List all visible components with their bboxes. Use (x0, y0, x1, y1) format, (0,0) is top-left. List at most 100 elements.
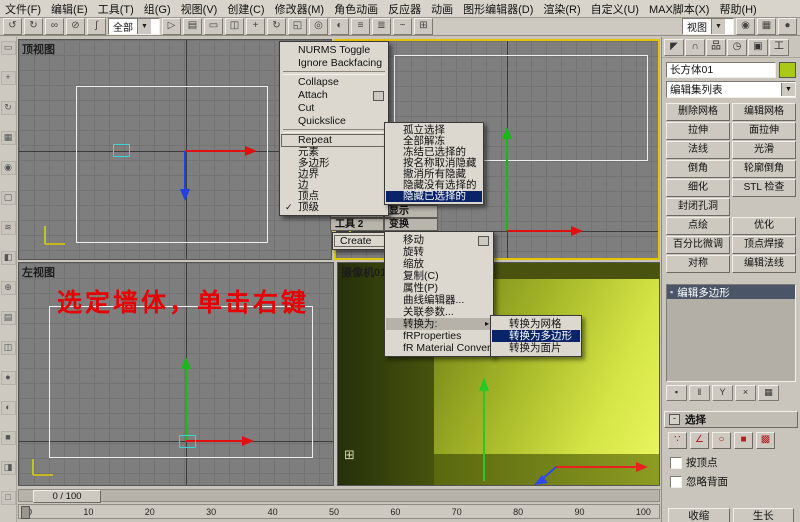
menu-item-curve-editor[interactable]: 曲线编辑器... (386, 294, 492, 306)
menu-item-hide-selection[interactable]: 隐藏已选择的 (386, 191, 482, 202)
object-name-field[interactable]: 长方体01 (666, 62, 776, 78)
shrink-button[interactable]: 收缩 (668, 508, 730, 522)
tab-motion[interactable]: ◷ (727, 38, 747, 56)
side-tool-icon[interactable]: ◉ (0, 161, 16, 175)
undo-icon[interactable]: ↺ (3, 18, 22, 35)
side-tool-icon[interactable]: ▦ (0, 131, 16, 145)
edit-mesh-button[interactable]: 编辑网格 (732, 103, 796, 121)
menu-views[interactable]: 视图(V) (176, 1, 223, 17)
side-tool-icon[interactable]: ◐ (0, 401, 16, 415)
select-by-name-icon[interactable]: ▤ (183, 18, 202, 35)
quad-title-tools2[interactable]: 工具 2 (330, 218, 384, 231)
symmetry-button[interactable]: 对称 (666, 255, 730, 273)
smooth-button[interactable]: 光滑 (732, 141, 796, 159)
viewport-label[interactable]: 摄像机01 (341, 264, 386, 280)
menu-item-element[interactable]: 元素 (281, 147, 387, 158)
vertex-mode-icon[interactable]: ∵ (668, 432, 687, 449)
transform-gizmo[interactable] (499, 119, 595, 241)
chevron-down-icon[interactable]: ▼ (137, 19, 151, 34)
transform-gizmo[interactable] (456, 363, 660, 486)
menu-item-attach[interactable]: Attach (281, 89, 387, 102)
ignore-backfacing-checkbox[interactable] (670, 475, 682, 488)
menu-item-convert-to[interactable]: 转换为: ▸ (386, 318, 492, 330)
menu-item-vertex[interactable]: 顶点 (281, 191, 387, 202)
options-box-icon[interactable] (478, 236, 489, 246)
track-bar-marker[interactable] (21, 506, 30, 519)
stack-item-selected[interactable]: ▪ 编辑多边形 (667, 285, 795, 299)
make-unique-icon[interactable]: Y (712, 385, 733, 401)
track-bar[interactable]: 0 10 20 30 40 50 60 70 80 90 100 (18, 504, 660, 519)
menu-item-edge[interactable]: 边 (281, 180, 387, 191)
side-tool-icon[interactable]: ▭ (0, 41, 16, 55)
cap-holes-button[interactable]: 封闭孔洞 (666, 198, 730, 216)
rect-region-icon[interactable]: ▭ (204, 18, 223, 35)
tab-display[interactable]: ▣ (748, 38, 768, 56)
select-object-icon[interactable]: ▷ (162, 18, 181, 35)
paint-button[interactable]: 点绘 (666, 217, 730, 235)
chevron-down-icon[interactable]: ▼ (711, 19, 725, 34)
layer-manager-icon[interactable]: ≣ (372, 18, 391, 35)
menu-modifiers[interactable]: 修改器(M) (270, 1, 330, 17)
element-mode-icon[interactable]: ▩ (756, 432, 775, 449)
side-tool-icon[interactable]: ■ (0, 431, 16, 445)
menu-file[interactable]: 文件(F) (0, 1, 46, 17)
use-center-icon[interactable]: ◎ (309, 18, 328, 35)
menu-graph-editors[interactable]: 图形编辑器(D) (458, 1, 538, 17)
viewport-label[interactable]: 顶视图 (22, 41, 55, 57)
modifier-list-dropdown[interactable]: 编辑集列表 ▼ (666, 81, 796, 98)
select-link-icon[interactable]: ∞ (45, 18, 64, 35)
viewport-label[interactable]: 左视图 (22, 264, 55, 280)
transform-gizmo[interactable] (179, 143, 269, 205)
select-scale-icon[interactable]: ◱ (288, 18, 307, 35)
menu-item-convert-to-mesh[interactable]: 转换为网格 (492, 318, 580, 330)
side-tool-icon[interactable]: ⊕ (0, 281, 16, 295)
configure-modifier-sets-icon[interactable]: ▦ (758, 385, 779, 401)
selection-rollout-header[interactable]: - 选择 (664, 411, 798, 428)
curve-editor-icon[interactable]: ~ (393, 18, 412, 35)
menu-reactor[interactable]: 反应器 (383, 1, 426, 17)
pin-stack-icon[interactable]: ▪ (666, 385, 687, 401)
menu-item-nurms-toggle[interactable]: NURMS Toggle (281, 44, 387, 57)
menu-item-create[interactable]: Create (334, 235, 388, 247)
bevel-button[interactable]: 倒角 (666, 160, 730, 178)
transform-gizmo[interactable] (178, 353, 270, 447)
side-tool-icon[interactable]: ◧ (0, 251, 16, 265)
side-tool-icon[interactable]: ≋ (0, 221, 16, 235)
modifier-stack[interactable]: ▪ 编辑多边形 (666, 284, 796, 382)
by-vertex-checkbox[interactable] (670, 456, 682, 469)
mirror-icon[interactable]: ◐ (330, 18, 349, 35)
material-editor-icon[interactable]: ◉ (736, 18, 755, 35)
menu-item-ignore-backfacing[interactable]: Ignore Backfacing (281, 57, 387, 70)
menu-item-collapse[interactable]: Collapse (281, 76, 387, 89)
menu-item-wire-parameters[interactable]: 关联参数... (386, 306, 492, 318)
menu-item-cut[interactable]: Cut (281, 102, 387, 115)
menu-item-clone[interactable]: 复制(C) (386, 270, 492, 282)
extrude-button[interactable]: 拉伸 (666, 122, 730, 140)
menu-item-fr-material-converter[interactable]: fR Material Converter (386, 342, 503, 354)
menu-item-frproperties[interactable]: fRProperties (386, 330, 492, 342)
delete-mesh-button[interactable]: 删除网格 (666, 103, 730, 121)
border-mode-icon[interactable]: ○ (712, 432, 731, 449)
schematic-view-icon[interactable]: ⊞ (414, 18, 433, 35)
menu-tools[interactable]: 工具(T) (93, 1, 139, 17)
menu-item-properties[interactable]: 属性(P) (386, 282, 492, 294)
time-slider-handle[interactable]: 0 / 100 (33, 490, 101, 503)
menu-item-scale[interactable]: 缩放 (386, 258, 492, 270)
menu-rendering[interactable]: 渲染(R) (538, 1, 585, 17)
polygon-mode-icon[interactable]: ■ (734, 432, 753, 449)
side-tool-icon[interactable]: ↻ (0, 101, 16, 115)
outline-bevel-button[interactable]: 轮廓倒角 (732, 160, 796, 178)
align-icon[interactable]: ≡ (351, 18, 370, 35)
side-tool-icon[interactable]: ▢ (0, 191, 16, 205)
side-tool-icon[interactable]: + (0, 71, 16, 85)
chevron-down-icon[interactable]: ▼ (781, 83, 795, 96)
side-tool-icon[interactable]: □ (0, 491, 16, 505)
vertex-weld-button[interactable]: 顶点焊接 (732, 236, 796, 254)
tab-hierarchy[interactable]: 品 (706, 38, 726, 56)
stl-check-button[interactable]: STL 检查 (732, 179, 796, 197)
reference-coordinate-dropdown[interactable]: 视图 ▼ (682, 18, 734, 35)
menu-item-rotate[interactable]: 旋转 (386, 246, 492, 258)
side-tool-icon[interactable]: ◨ (0, 461, 16, 475)
tab-utilities[interactable]: 工 (769, 38, 789, 56)
viewport-left[interactable]: 左视图 选定墙体，单击右键 (18, 262, 334, 486)
